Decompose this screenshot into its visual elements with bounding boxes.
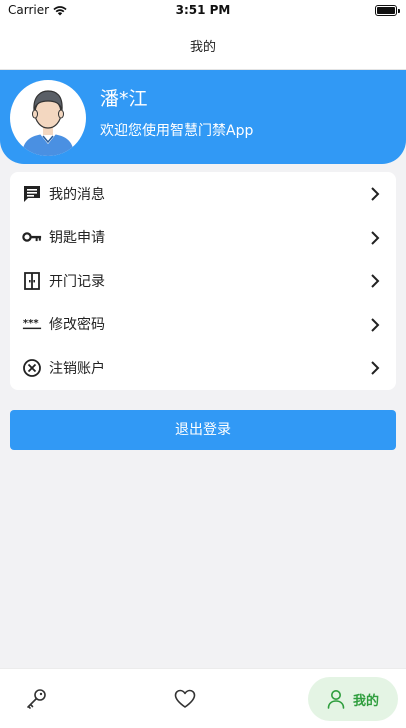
chevron-right-icon	[371, 187, 380, 201]
page-title: 我的	[189, 40, 216, 55]
navigation-bar: 我的	[0, 22, 406, 70]
menu-item-door-records[interactable]: 开门记录	[10, 259, 396, 303]
menu-item-label: 开门记录	[49, 273, 105, 290]
chevron-right-icon	[371, 230, 380, 245]
key-icon	[27, 689, 46, 709]
menu-item-label: 注销账户	[49, 360, 105, 377]
door-icon	[22, 271, 42, 291]
menu-item-key-application[interactable]: 钥匙申请	[10, 216, 396, 260]
menu-list: 我的消息 钥匙申请 开门记录 *** 修改密码 注销账户	[10, 172, 396, 390]
logout-button[interactable]: 退出登录	[10, 410, 396, 450]
person-icon	[327, 690, 345, 709]
cancel-account-icon	[22, 358, 42, 378]
avatar-person-icon	[22, 90, 74, 156]
chevron-right-icon	[371, 274, 380, 288]
password-icon: ***	[22, 314, 42, 334]
svg-text:***: ***	[23, 318, 39, 329]
chevron-right-icon	[371, 361, 380, 375]
menu-item-messages[interactable]: 我的消息	[10, 172, 396, 216]
menu-item-change-password[interactable]: *** 修改密码	[10, 303, 396, 347]
tab-favorites[interactable]	[163, 677, 207, 721]
key-icon	[22, 227, 42, 247]
menu-item-label: 钥匙申请	[49, 230, 105, 247]
menu-item-cancel-account[interactable]: 注销账户	[10, 346, 396, 390]
tab-mine[interactable]: 我的	[308, 677, 398, 721]
tab-bar: 我的	[0, 668, 406, 728]
message-icon	[22, 184, 42, 204]
battery-icon	[375, 5, 400, 16]
status-bar: Carrier 3:51 PM	[0, 0, 406, 22]
welcome-text: 欢迎您使用智慧门禁App	[100, 123, 254, 139]
status-time: 3:51 PM	[175, 3, 231, 17]
menu-item-label: 我的消息	[49, 186, 105, 203]
user-name: 潘*江	[100, 88, 148, 110]
heart-icon	[174, 689, 196, 708]
avatar[interactable]	[10, 80, 86, 156]
chevron-right-icon	[371, 317, 380, 332]
tab-mine-label: 我的	[352, 693, 379, 709]
menu-item-label: 修改密码	[49, 317, 105, 334]
profile-header: 潘*江 欢迎您使用智慧门禁App	[0, 70, 406, 164]
tab-keys[interactable]	[14, 677, 58, 721]
